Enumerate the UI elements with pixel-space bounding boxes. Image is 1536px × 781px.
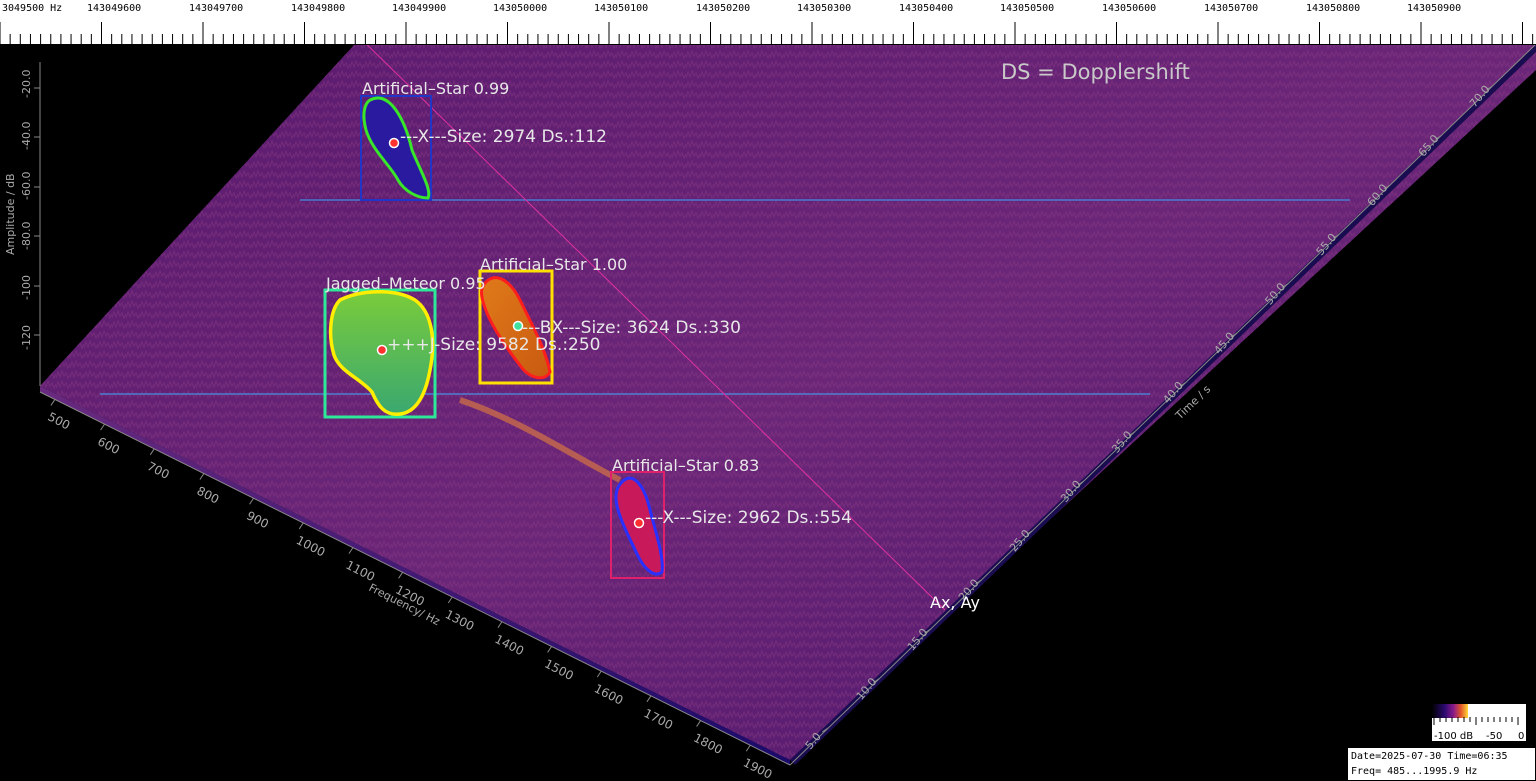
amp-tick: -100 — [20, 275, 33, 300]
amp-tick: -60.0 — [20, 172, 33, 200]
freq-tick — [348, 547, 354, 554]
detection-label: Jagged–Meteor 0.95 — [326, 274, 486, 293]
amplitude-axis: -20.0 -40.0 -60.0 -80.0 -100 -120 Amplit… — [4, 62, 41, 386]
freq-tick-label: 1500 — [542, 657, 576, 683]
freq-tick — [298, 522, 304, 530]
freq-tick-label: 500 — [46, 410, 73, 433]
freq-tick-label: 1300 — [443, 607, 477, 633]
freq-tick-label: 1000 — [294, 533, 328, 559]
colorbar-label: -50 — [1486, 731, 1503, 742]
freq-tick — [100, 423, 105, 431]
ruler-label: 143049900 — [392, 3, 447, 14]
detection-size-text: ---X---Size: 2962 Ds.:554 — [645, 508, 852, 528]
ruler-label: 143050300 — [797, 3, 852, 14]
freq-tick-label: 1100 — [344, 558, 378, 584]
amp-tick: -80.0 — [20, 222, 33, 250]
capture-info-box: Date=2025-07-30 Time=06:35 Freq= 485...1… — [1347, 747, 1536, 781]
detection-label: Artificial–Star 0.99 — [362, 79, 510, 98]
ruler-label: 143049800 — [291, 3, 346, 14]
colorbar-ticks — [1433, 717, 1519, 725]
amp-tick: -20.0 — [20, 70, 33, 98]
freq-tick — [398, 572, 403, 579]
freq-tick — [50, 399, 56, 406]
spectrum-surface — [40, 44, 1536, 765]
colorbar-label: 0 — [1518, 731, 1525, 742]
amplitude-axis-label: Amplitude / dB — [4, 173, 17, 255]
ruler-label: 143050700 — [1204, 3, 1259, 14]
freq-tick-label: 900 — [244, 508, 271, 531]
ruler-label: 143050100 — [594, 3, 649, 14]
freq-tick — [745, 744, 751, 752]
ruler-label: 143049700 — [189, 3, 244, 14]
freq-tick — [696, 720, 702, 727]
dopplershift-legend: DS = Dopplershift — [1001, 60, 1190, 84]
colorbar-gradient — [1432, 704, 1468, 718]
freq-tick — [547, 646, 553, 653]
colorbar-label: -100 dB — [1434, 731, 1474, 742]
freq-tick — [249, 497, 254, 505]
freq-tick-label: 1900 — [741, 755, 775, 781]
freq-tick-label: 1800 — [691, 731, 725, 757]
ruler-label: 143050400 — [899, 3, 954, 14]
freq-tick — [596, 670, 602, 678]
freq-tick — [497, 621, 503, 629]
freq-tick-label: 1700 — [642, 706, 676, 732]
capture-frequency-range: Freq= 485...1995.9 Hz — [1351, 766, 1478, 777]
freq-tick-label: 1600 — [592, 681, 626, 707]
freq-tick — [447, 596, 453, 604]
capture-date-time: Date=2025-07-30 Time=06:35 — [1351, 751, 1508, 762]
detection-label: Artificial–Star 0.83 — [612, 456, 760, 475]
freq-tick-label: 800 — [195, 484, 222, 507]
frequency-ruler[interactable]: 3049500 Hz 143049600 143049700 143049800… — [0, 0, 1536, 45]
freq-tick — [646, 695, 652, 703]
ruler-label: 143050200 — [696, 3, 751, 14]
freq-tick — [199, 473, 205, 480]
ax-ay-label: Ax, Ay — [930, 593, 980, 612]
ruler-label: 3049500 Hz — [2, 3, 63, 14]
ruler-label: 143050000 — [493, 3, 548, 14]
ruler-label: 143050500 — [1000, 3, 1055, 14]
freq-tick — [149, 448, 155, 456]
waterfall-3d-plot: -20.0 -40.0 -60.0 -80.0 -100 -120 Amplit… — [4, 27, 1536, 781]
freq-tick-label: 600 — [95, 434, 122, 457]
ruler-label: 143050800 — [1306, 3, 1361, 14]
detection-size-text: +++J-Size: 9582 Ds.:250 — [387, 335, 601, 355]
ruler-label: 143049600 — [87, 3, 142, 14]
colorbar: -100 dB -50 0 — [1432, 704, 1526, 742]
amp-tick: -120 — [20, 325, 33, 350]
ruler-label: 143050600 — [1102, 3, 1157, 14]
detection-size-text: ---X---Size: 2974 Ds.:112 — [400, 127, 607, 147]
detection-label: Artificial–Star 1.00 — [480, 255, 628, 274]
ruler-label: 143050900 — [1407, 3, 1462, 14]
freq-tick-label: 1400 — [493, 632, 527, 658]
amp-tick: -40.0 — [20, 122, 33, 150]
freq-tick-label: 700 — [145, 459, 172, 482]
